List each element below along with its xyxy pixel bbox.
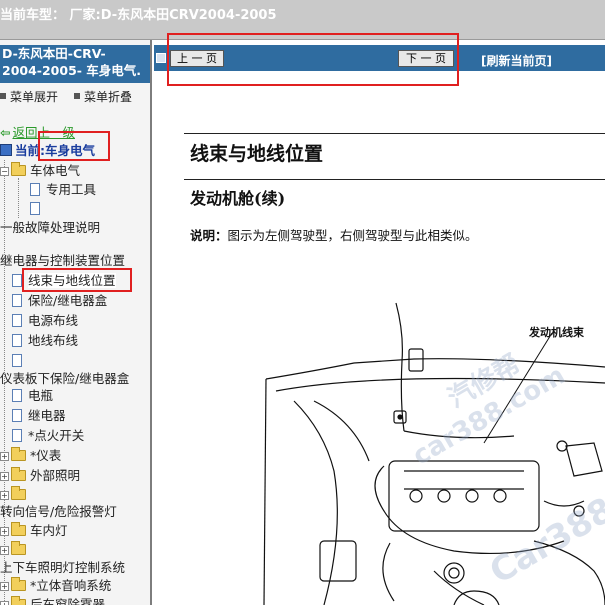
tree-item-under-dash-fuse[interactable]: 仪表板下保险/继电器盒 xyxy=(0,370,129,388)
document-icon xyxy=(12,314,22,327)
tree-item-stereo[interactable]: + *立体音响系统 xyxy=(0,577,111,595)
current-node[interactable]: 当前:车身电气 xyxy=(0,142,95,160)
tree-item-interior-lights[interactable]: + 车内灯 xyxy=(0,522,68,540)
tree-item-rear-defogger[interactable]: +后车窗除雾器 xyxy=(0,596,105,605)
folder-icon xyxy=(11,596,26,605)
tree-item-exterior-lights[interactable]: + 外部照明 xyxy=(0,467,80,485)
tree-item-body-electrical[interactable]: − 车体电气 xyxy=(0,162,80,180)
document-icon xyxy=(12,389,22,402)
collapse-icon: − xyxy=(0,167,9,176)
tree-item-folder-blank-2[interactable]: + xyxy=(0,541,30,559)
next-page-button[interactable]: 下 一 页 xyxy=(398,50,454,67)
menu-expand-button[interactable]: 菜单展开 xyxy=(0,88,58,105)
folder-icon xyxy=(11,486,26,500)
document-icon xyxy=(12,334,22,347)
sidebar-header-line2: 2004-2005- 车身电气. xyxy=(2,63,142,78)
expand-icon: + xyxy=(0,491,9,500)
title-bar: 当前车型： 厂家:D-东风本田CRV2004-2005 xyxy=(0,0,605,40)
current-model-text: 当前车型： 厂家:D-东风本田CRV2004-2005 xyxy=(0,8,277,23)
document-icon xyxy=(12,354,22,367)
expand-icon: + xyxy=(0,546,9,555)
folder-icon xyxy=(11,541,26,555)
app-window: 当前车型： 厂家:D-东风本田CRV2004-2005 D-东风本田-CRV- … xyxy=(0,0,605,605)
back-arrow-icon: ⇦ xyxy=(0,125,11,140)
sidebar-header: D-东风本田-CRV- 2004-2005- 车身电气. xyxy=(0,45,150,83)
tree-item-gauges[interactable]: + *仪表 xyxy=(0,447,61,465)
tree-item-troubleshooting[interactable]: 一般故障处理说明 xyxy=(0,219,100,237)
expand-icon: + xyxy=(0,452,9,461)
document-icon xyxy=(12,294,22,307)
expand-icon: + xyxy=(0,527,9,536)
tree-item-folder-blank-1[interactable]: + xyxy=(0,486,30,504)
document-page: 线束与地线位置 发动机舱(续) 说明：图示为左侧驾驶型，右侧驾驶型与此相类似。 xyxy=(154,71,605,605)
document-icon xyxy=(12,409,22,422)
tree-item-blank-1[interactable] xyxy=(30,200,46,218)
document-icon xyxy=(12,429,22,442)
document-icon xyxy=(30,183,40,196)
nav-bar: 上 一 页 下 一 页 [刷新当前页] xyxy=(154,45,605,71)
tree-item-battery[interactable]: 电瓶 xyxy=(12,387,53,405)
document-icon xyxy=(12,274,22,287)
tree-line xyxy=(18,178,19,218)
folder-icon xyxy=(11,577,26,591)
tree-item-blank-2[interactable] xyxy=(12,352,28,370)
menu-collapse-button[interactable]: 菜单折叠 xyxy=(74,88,132,105)
prev-page-button[interactable]: 上 一 页 xyxy=(170,50,224,67)
book-icon xyxy=(0,144,12,156)
tree-item-harness-ground[interactable]: 线束与地线位置 xyxy=(12,272,116,290)
tree-item-ignition-switch[interactable]: *点火开关 xyxy=(12,427,84,445)
folder-icon xyxy=(11,447,26,461)
tree-item-fuse-box[interactable]: 保险/继电器盒 xyxy=(12,292,107,310)
sidebar-header-line1: D-东风本田-CRV- xyxy=(2,46,106,61)
square-icon xyxy=(74,93,80,99)
expand-icon: + xyxy=(0,601,9,605)
square-icon xyxy=(0,93,6,99)
refresh-link[interactable]: [刷新当前页] xyxy=(481,52,552,69)
tree-item-relay-location[interactable]: 继电器与控制装置位置 xyxy=(0,252,125,270)
tree-item-power-wiring[interactable]: 电源布线 xyxy=(12,312,78,330)
expand-icon: + xyxy=(0,582,9,591)
content-pane: 上 一 页 下 一 页 [刷新当前页] 线束与地线位置 发动机舱(续) 说明：图… xyxy=(154,40,605,605)
folder-icon xyxy=(11,522,26,536)
tree-item-special-tools[interactable]: 专用工具 xyxy=(30,181,96,199)
nav-arrow-icon xyxy=(156,53,166,63)
tree-item-ground-wiring[interactable]: 地线布线 xyxy=(12,332,78,350)
sidebar: D-东风本田-CRV- 2004-2005- 车身电气. 菜单展开 菜单折叠 ⇦… xyxy=(0,40,152,605)
expand-icon: + xyxy=(0,472,9,481)
document-icon xyxy=(30,202,40,215)
folder-icon xyxy=(11,162,26,176)
tree-item-entry-light-control[interactable]: 上下车照明灯控制系统 xyxy=(0,559,125,577)
folder-icon xyxy=(11,467,26,481)
diagram-label: 发动机线束 xyxy=(529,326,584,339)
tree-item-relays[interactable]: 继电器 xyxy=(12,407,66,425)
tree-item-turn-signal[interactable]: 转向信号/危险报警灯 xyxy=(0,503,117,521)
back-link[interactable]: ⇦ 返回上一级 xyxy=(0,124,75,142)
